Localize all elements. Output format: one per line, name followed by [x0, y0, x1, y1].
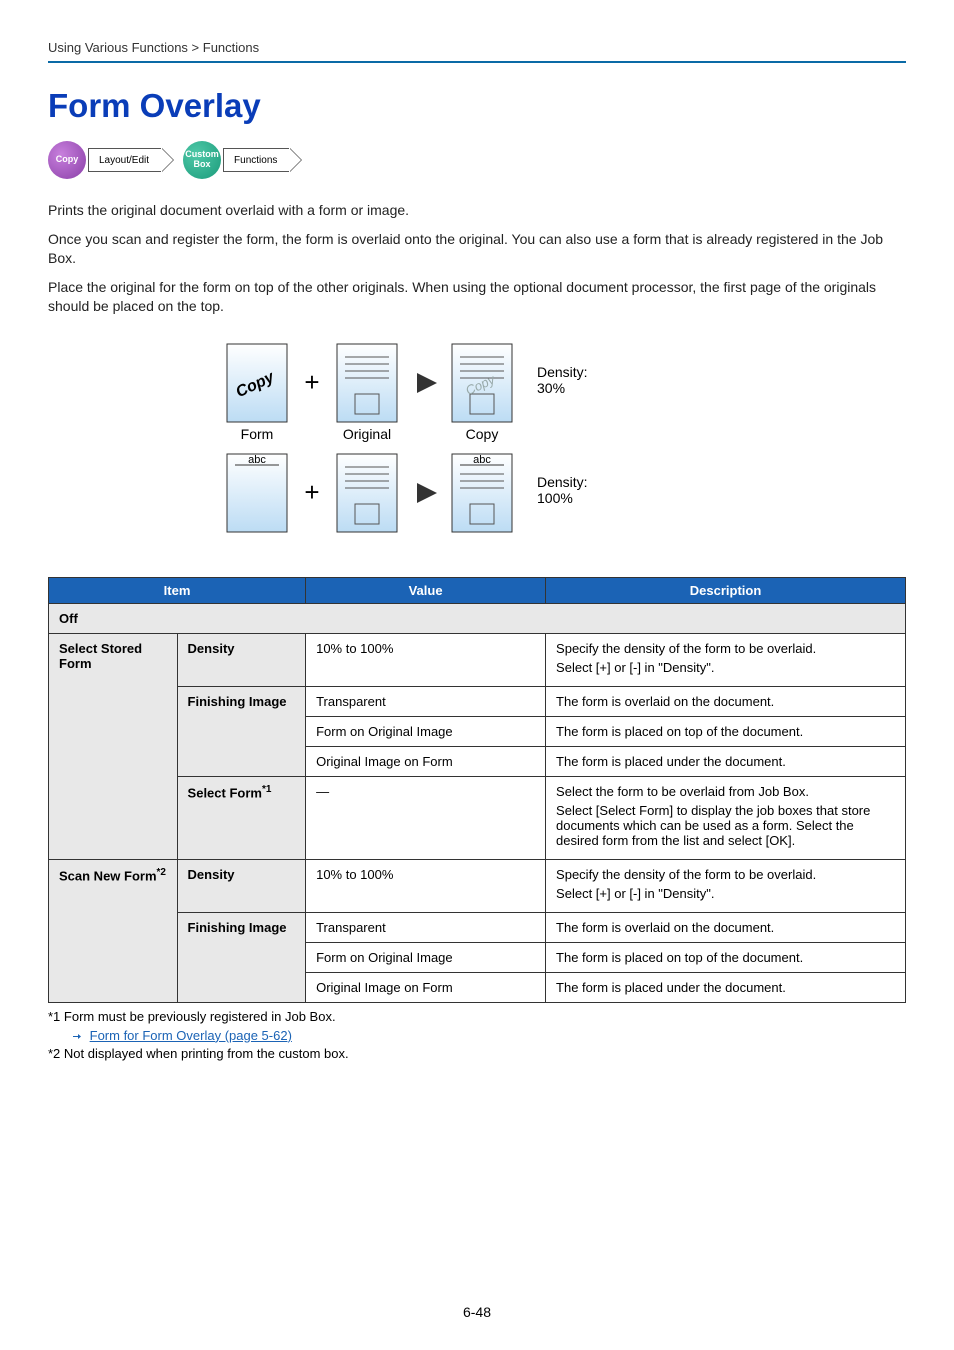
- svg-text:100%: 100%: [537, 490, 573, 506]
- overlay-diagram: Copy Form + Original Copy Copy Density:: [48, 339, 906, 549]
- cell-scan-new-form: Scan New Form*2: [49, 860, 178, 1003]
- paragraph-3: Place the original for the form on top o…: [48, 278, 906, 316]
- th-value: Value: [306, 578, 546, 604]
- paragraph-2: Once you scan and register the form, the…: [48, 230, 906, 268]
- chip-copy: Copy: [48, 141, 86, 179]
- cell-density-value-2: 10% to 100%: [306, 860, 546, 913]
- cell-form-on-original-2: Form on Original Image: [306, 943, 546, 973]
- cell-original-on-form-2: Original Image on Form: [306, 973, 546, 1003]
- footnotes: *1 Form must be previously registered in…: [48, 1008, 906, 1063]
- cell-finishing-2: Finishing Image: [177, 913, 306, 1003]
- chip-custom-box: Custom Box: [183, 141, 221, 179]
- th-description: Description: [546, 578, 906, 604]
- cell-select-form: Select Form*1: [177, 777, 306, 860]
- diagram-copy-label: Copy: [466, 426, 499, 442]
- chip-functions: Functions: [223, 148, 289, 172]
- cell-form-on-original-1: Form on Original Image: [306, 717, 546, 747]
- svg-text:+: +: [304, 477, 319, 507]
- chip-bar: Copy Layout/Edit Custom Box Functions: [48, 141, 906, 179]
- cell-density-2: Density: [177, 860, 306, 913]
- cell-transparent-desc-2: The form is overlaid on the document.: [546, 913, 906, 943]
- cell-original-on-form-1: Original Image on Form: [306, 747, 546, 777]
- svg-text:abc: abc: [248, 454, 266, 466]
- svg-text:Density:: Density:: [537, 364, 588, 380]
- paragraph-1: Prints the original document overlaid wi…: [48, 201, 906, 220]
- diagram-form-label: Form: [241, 426, 274, 442]
- page-number: 6-48: [0, 1304, 954, 1320]
- footnote-1-link[interactable]: Form for Form Overlay (page 5-62): [90, 1028, 292, 1043]
- diagram-original-label: Original: [343, 426, 391, 442]
- chip-layout-edit: Layout/Edit: [88, 148, 161, 172]
- breadcrumb: Using Various Functions > Functions: [48, 40, 906, 61]
- svg-text:30%: 30%: [537, 380, 565, 396]
- cell-transparent-2: Transparent: [306, 913, 546, 943]
- cell-density-desc-1: Specify the density of the form to be ov…: [546, 634, 906, 687]
- cell-density-1: Density: [177, 634, 306, 687]
- th-item: Item: [49, 578, 306, 604]
- cell-original-on-form-desc-2: The form is placed under the document.: [546, 973, 906, 1003]
- cell-density-desc-2: Specify the density of the form to be ov…: [546, 860, 906, 913]
- page-title: Form Overlay: [48, 87, 906, 125]
- cell-density-value-1: 10% to 100%: [306, 634, 546, 687]
- footnote-1: *1 Form must be previously registered in…: [48, 1008, 906, 1026]
- footnote-2: *2 Not displayed when printing from the …: [48, 1045, 906, 1063]
- cell-select-stored-form: Select Stored Form: [49, 634, 178, 860]
- svg-text:abc: abc: [473, 454, 491, 466]
- cell-finishing-1: Finishing Image: [177, 687, 306, 777]
- svg-text:Density:: Density:: [537, 474, 588, 490]
- cell-form-on-original-desc-1: The form is placed on top of the documen…: [546, 717, 906, 747]
- cell-transparent-1: Transparent: [306, 687, 546, 717]
- cell-transparent-desc-1: The form is overlaid on the document.: [546, 687, 906, 717]
- arrow-right-icon: [72, 1031, 82, 1041]
- cell-select-form-desc: Select the form to be overlaid from Job …: [546, 777, 906, 860]
- cell-select-form-value: ―: [306, 777, 546, 860]
- row-off: Off: [49, 604, 906, 634]
- header-rule: [48, 61, 906, 63]
- cell-original-on-form-desc-1: The form is placed under the document.: [546, 747, 906, 777]
- settings-table: Item Value Description Off Select Stored…: [48, 577, 906, 1003]
- svg-text:+: +: [304, 367, 319, 397]
- cell-form-on-original-desc-2: The form is placed on top of the documen…: [546, 943, 906, 973]
